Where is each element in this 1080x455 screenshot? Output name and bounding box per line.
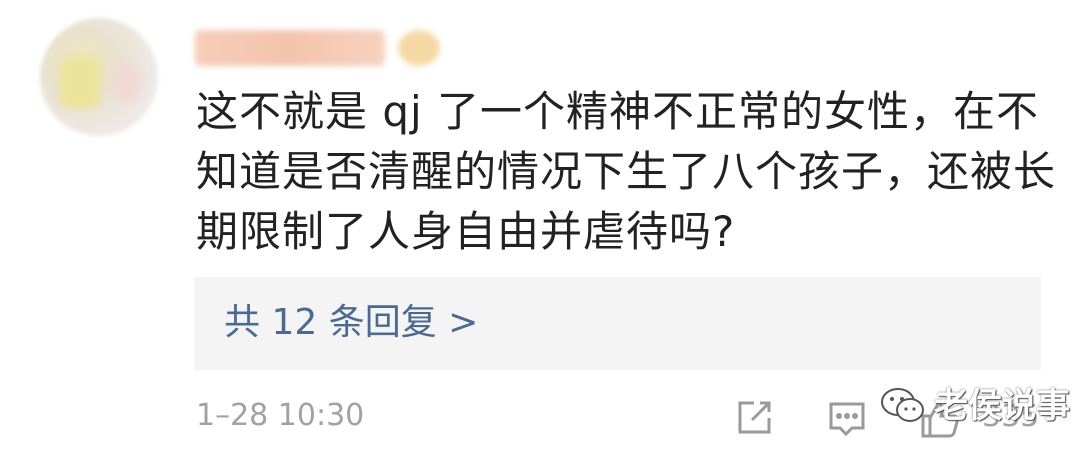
wechat-icon [881, 388, 924, 422]
comment-line-2: 知道是否清醒的情况下生了八个孩子，还被长 [196, 147, 1057, 196]
timestamp: 1–28 10:30 [196, 398, 365, 433]
watermark: 老侯说事 [880, 384, 1070, 428]
replies-box[interactable]: 共 12 条回复 > [194, 277, 1041, 370]
share-icon[interactable] [734, 398, 774, 442]
watermark-text: 老侯说事 [934, 386, 1070, 426]
avatar-image-part [112, 63, 142, 103]
view-replies-link[interactable]: 共 12 条回复 > [224, 299, 478, 347]
avatar[interactable] [40, 18, 158, 136]
comment-line-3: 期限制了人身自由并虐待吗? [196, 207, 736, 256]
blurred-username[interactable] [195, 30, 385, 66]
user-badge-icon [398, 30, 440, 66]
comment-icon[interactable] [826, 398, 868, 444]
avatar-image-part [60, 58, 100, 108]
comment-text: 这不就是 qj 了一个精神不正常的女性，在不 知道是否清醒的情况下生了八个孩子，… [196, 82, 1056, 262]
comment-line-1: 这不就是 qj 了一个精神不正常的女性，在不 [196, 87, 1040, 136]
